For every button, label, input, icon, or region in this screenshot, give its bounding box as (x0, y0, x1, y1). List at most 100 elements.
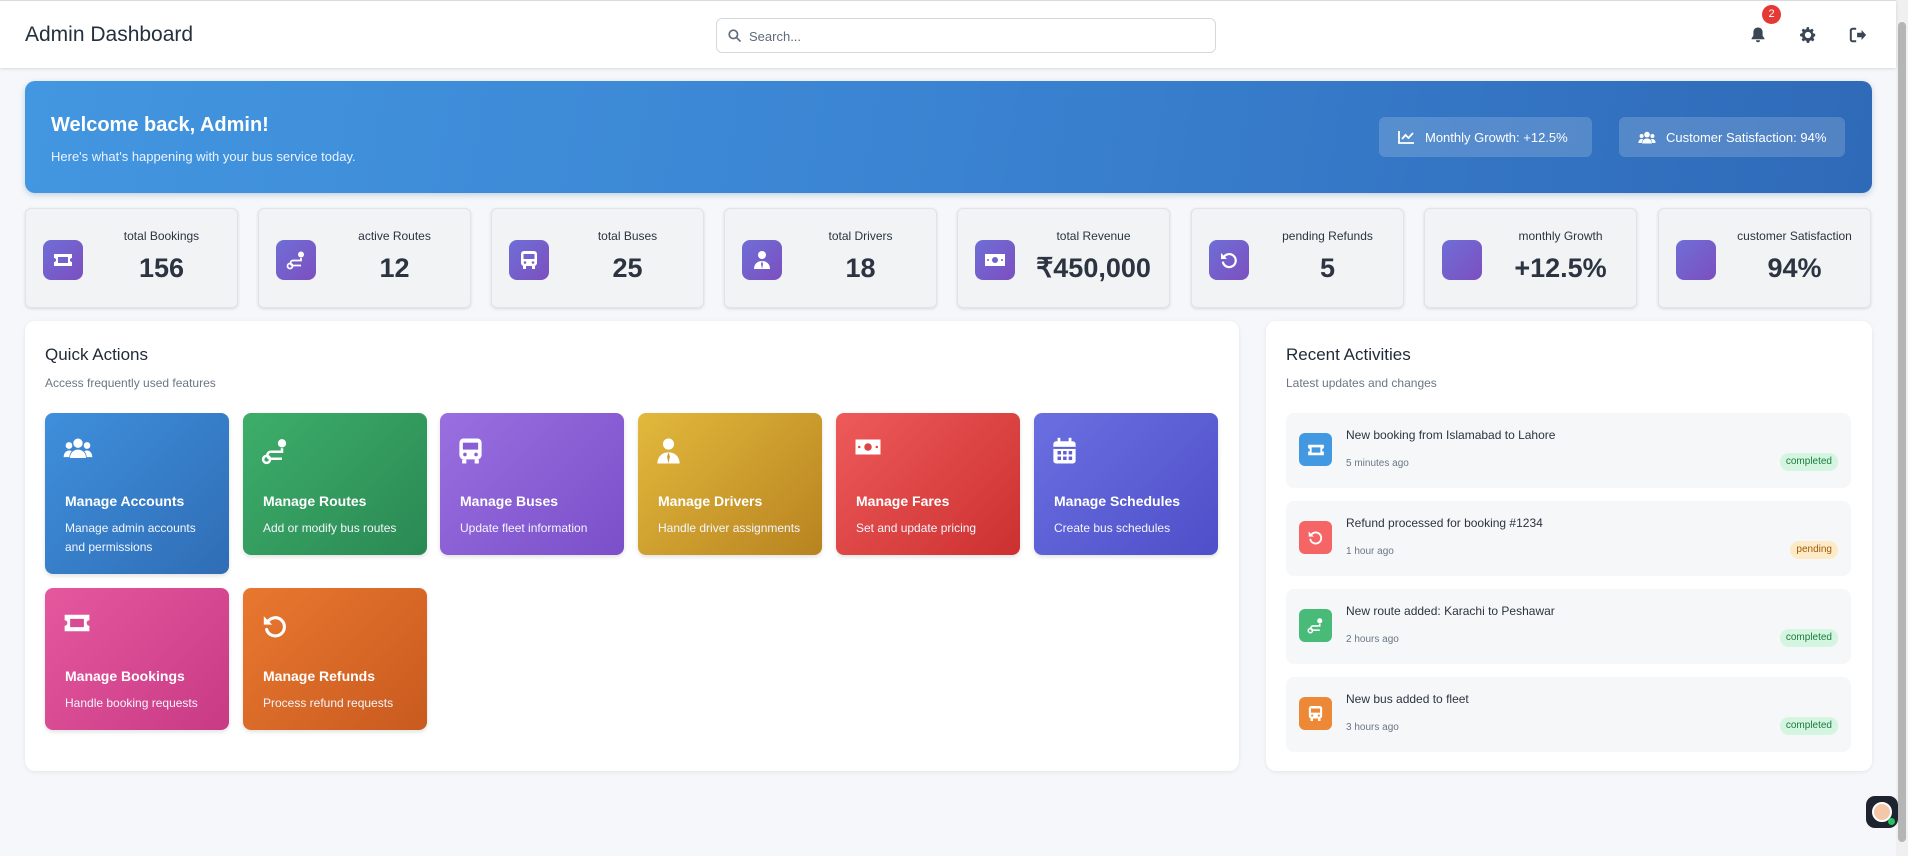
money-icon (855, 439, 881, 455)
stat-card-monthly-growth: monthly Growth +12.5% (1424, 208, 1637, 308)
activity-text: Refund processed for booking #1234 (1346, 516, 1543, 530)
stat-icon-box (509, 240, 549, 280)
manage-drivers-tile[interactable]: Manage Drivers Handle driver assignments (638, 413, 822, 555)
tile-description: Add or modify bus routes (263, 521, 397, 535)
notification-badge: 2 (1762, 5, 1781, 24)
manage-fares-tile[interactable]: Manage Fares Set and update pricing (836, 413, 1020, 555)
satisfaction-text: Customer Satisfaction: 94% (1666, 129, 1827, 145)
tile-title: Manage Drivers (658, 493, 763, 509)
search-box[interactable] (716, 18, 1216, 53)
gear-icon (1800, 27, 1816, 43)
quick-actions-panel: Quick Actions Access frequently used fea… (25, 321, 1239, 771)
stat-icon-box (276, 240, 316, 280)
stat-value: 5 (1319, 253, 1336, 283)
tile-title: Manage Schedules (1054, 493, 1181, 509)
stat-card-total-drivers: total Drivers 18 (724, 208, 937, 308)
quick-actions-title: Quick Actions (45, 345, 148, 364)
search-icon (728, 29, 741, 42)
activity-text: New booking from Islamabad to Lahore (1346, 428, 1556, 442)
manage-buses-tile[interactable]: Manage Buses Update fleet information (440, 413, 624, 555)
users-icon (1638, 131, 1656, 143)
recent-activities-title: Recent Activities (1286, 345, 1411, 364)
quick-actions-subtitle: Access frequently used features (45, 376, 216, 390)
tile-description: Update fleet information (460, 521, 588, 535)
calendar-icon (1053, 437, 1076, 464)
stat-value: 12 (379, 253, 410, 283)
activity-item[interactable]: New bus added to fleet 3 hours ago compl… (1286, 677, 1851, 752)
scrollbar-thumb[interactable] (1898, 22, 1906, 842)
chart-line-icon (1398, 131, 1414, 144)
stat-label: pending Refunds (1282, 229, 1373, 243)
activity-time: 5 minutes ago (1346, 458, 1409, 469)
stat-value: 25 (612, 253, 643, 283)
activity-icon-box (1299, 521, 1332, 554)
status-badge: completed (1779, 717, 1838, 735)
chat-widget-button[interactable] (1866, 796, 1898, 828)
recent-activities-panel: Recent Activities Latest updates and cha… (1266, 321, 1872, 771)
stat-card-total-bookings: total Bookings 156 (25, 208, 238, 308)
stat-icon-box (43, 240, 83, 280)
manage-schedules-tile[interactable]: Manage Schedules Create bus schedules (1034, 413, 1218, 555)
stat-value: 94% (1767, 253, 1822, 283)
route-icon (261, 439, 287, 465)
tile-title: Manage Refunds (263, 668, 376, 684)
settings-button[interactable] (1796, 23, 1820, 47)
status-badge: completed (1779, 453, 1838, 471)
online-status-dot (1888, 818, 1895, 825)
activity-text: New bus added to fleet (1346, 692, 1469, 706)
logout-icon (1849, 27, 1867, 43)
bell-icon (1751, 27, 1765, 43)
welcome-subtitle: Here's what's happening with your bus se… (51, 149, 356, 164)
tile-description: Manage admin accounts and permissions (65, 521, 196, 554)
driver-icon (754, 251, 770, 269)
stat-label: customer Satisfaction (1737, 229, 1852, 243)
activity-text: New route added: Karachi to Peshawar (1346, 604, 1555, 618)
route-icon (286, 251, 304, 270)
stat-value: 18 (845, 253, 876, 283)
driver-icon (657, 438, 680, 464)
bus-icon (521, 251, 537, 269)
search-input[interactable] (749, 25, 1199, 47)
stat-card-total-revenue: total Revenue ₹450,000 (957, 208, 1170, 308)
manage-bookings-tile[interactable]: Manage Bookings Handle booking requests (45, 588, 229, 730)
activity-time: 1 hour ago (1346, 546, 1394, 557)
notifications-button[interactable] (1746, 23, 1770, 47)
users-icon (63, 438, 93, 458)
stat-label: total Buses (597, 229, 658, 243)
stat-card-customer-satisfaction: customer Satisfaction 94% (1658, 208, 1871, 308)
app-title: Admin Dashboard (25, 23, 194, 46)
stat-label: total Drivers (828, 229, 893, 243)
money-icon (985, 254, 1005, 266)
logout-button[interactable] (1846, 23, 1870, 47)
activity-item[interactable]: New booking from Islamabad to Lahore 5 m… (1286, 413, 1851, 488)
page-scrollbar[interactable] (1896, 0, 1908, 856)
status-badge: completed (1779, 629, 1838, 647)
tile-title: Manage Routes (263, 493, 367, 509)
stat-value: 156 (138, 253, 185, 283)
tile-description: Create bus schedules (1054, 521, 1171, 535)
stat-value: +12.5% (1514, 253, 1607, 283)
activity-item[interactable]: Refund processed for booking #1234 1 hou… (1286, 501, 1851, 576)
stat-icon-box (1676, 240, 1716, 280)
welcome-banner: Welcome back, Admin! Here's what's happe… (25, 81, 1872, 193)
activity-time: 3 hours ago (1346, 722, 1399, 733)
manage-routes-tile[interactable]: Manage Routes Add or modify bus routes (243, 413, 427, 555)
tile-description: Process refund requests (263, 696, 394, 710)
tile-title: Manage Buses (460, 493, 559, 509)
stat-card-active-routes: active Routes 12 (258, 208, 471, 308)
stat-icon-box (1442, 240, 1482, 280)
stat-label: total Revenue (1056, 229, 1131, 243)
ticket-icon (64, 614, 90, 632)
ticket-icon (54, 254, 72, 266)
manage-accounts-tile[interactable]: Manage Accounts Manage admin accounts an… (45, 413, 229, 574)
activity-icon-box (1299, 609, 1332, 642)
manage-refunds-tile[interactable]: Manage Refunds Process refund requests (243, 588, 427, 730)
refund-icon (1221, 253, 1237, 269)
tile-description: Handle driver assignments (658, 521, 801, 535)
status-badge: pending (1790, 541, 1838, 559)
bus-icon (1308, 706, 1323, 721)
activity-item[interactable]: New route added: Karachi to Peshawar 2 h… (1286, 589, 1851, 664)
tile-description: Set and update pricing (856, 521, 977, 535)
stat-icon-box (975, 240, 1015, 280)
stat-card-total-buses: total Buses 25 (491, 208, 704, 308)
